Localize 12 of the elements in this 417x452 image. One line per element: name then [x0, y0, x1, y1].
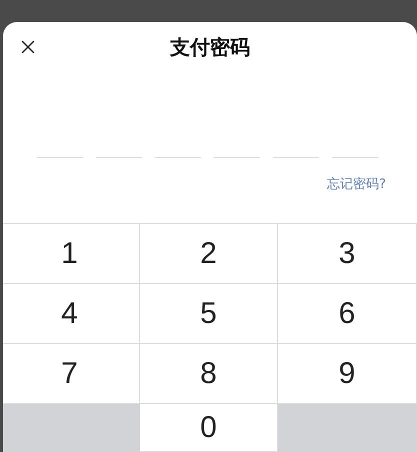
keypad-key[interactable]: 2	[140, 224, 278, 284]
keypad-key[interactable]: 4	[3, 284, 140, 344]
keypad-key[interactable]: 5	[140, 284, 278, 344]
keypad-key[interactable]: 8	[140, 344, 278, 404]
keypad-key[interactable]: 9	[278, 344, 417, 404]
dialog-title: 支付密码	[170, 34, 250, 61]
keypad-key[interactable]: 0	[140, 404, 278, 452]
keypad-key[interactable]: 7	[3, 344, 140, 404]
forgot-password-link[interactable]: 忘记密码?	[327, 174, 386, 194]
keypad-key[interactable]: 1	[3, 224, 140, 284]
keypad-key[interactable]: 3	[278, 224, 417, 284]
keypad-key[interactable]: 6	[278, 284, 417, 344]
